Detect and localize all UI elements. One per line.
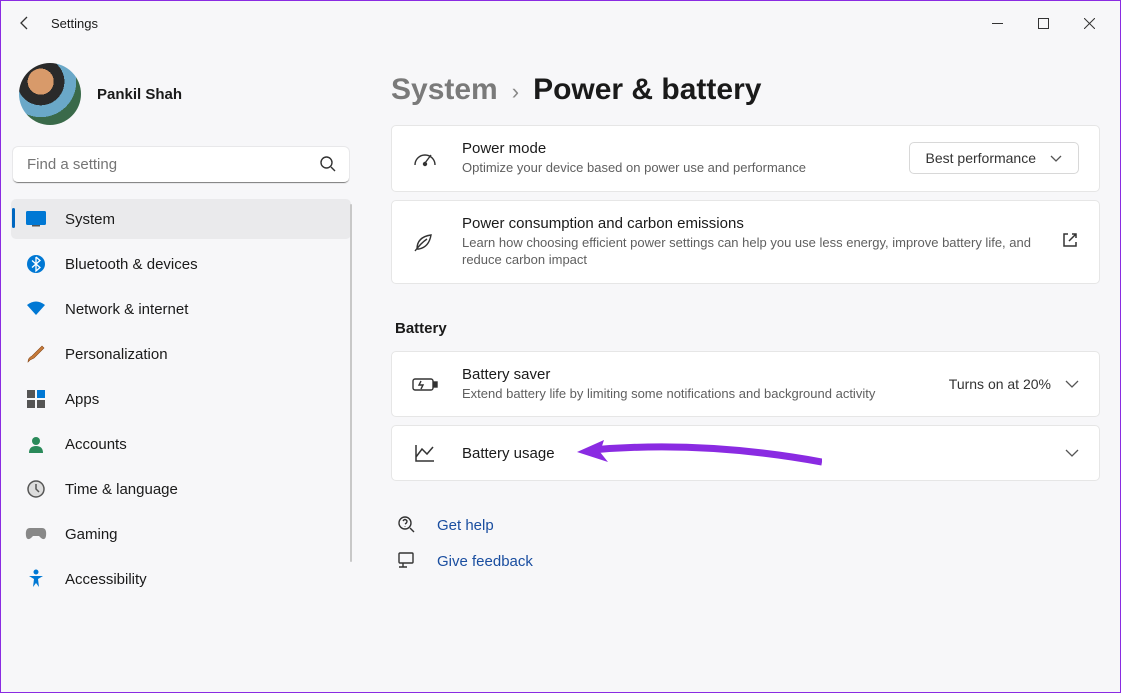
sidebar-item-gaming[interactable]: Gaming — [11, 514, 351, 554]
leaf-icon — [412, 229, 438, 255]
breadcrumb: System › Power & battery — [391, 73, 1100, 107]
battery-saver-card[interactable]: Battery saver Extend battery life by lim… — [391, 351, 1100, 418]
arrow-left-icon — [17, 15, 33, 31]
feedback-icon — [397, 551, 417, 571]
breadcrumb-root[interactable]: System — [391, 73, 498, 107]
gauge-icon — [412, 145, 438, 171]
sidebar-item-time-language[interactable]: Time & language — [11, 469, 351, 509]
apps-icon — [25, 388, 47, 410]
nav-list: System Bluetooth & devices Network & int… — [9, 199, 353, 599]
bluetooth-icon — [25, 253, 47, 275]
chevron-down-icon[interactable] — [1065, 376, 1079, 392]
battery-section-header: Battery — [395, 320, 1100, 337]
sidebar-item-accessibility[interactable]: Accessibility — [11, 559, 351, 599]
chevron-down-icon[interactable] — [1065, 445, 1079, 461]
battery-saver-status: Turns on at 20% — [949, 376, 1051, 392]
title-bar: Settings — [1, 1, 1120, 45]
sidebar: Pankil Shah System Bluetooth & devices N… — [1, 45, 361, 692]
carbon-emissions-card[interactable]: Power consumption and carbon emissions L… — [391, 200, 1100, 284]
card-title: Power consumption and carbon emissions — [462, 215, 1037, 232]
sidebar-item-label: Accounts — [65, 436, 127, 453]
power-mode-card[interactable]: Power mode Optimize your device based on… — [391, 125, 1100, 192]
dropdown-value: Best performance — [926, 150, 1037, 166]
sidebar-item-label: Network & internet — [65, 301, 188, 318]
sidebar-item-apps[interactable]: Apps — [11, 379, 351, 419]
external-link-icon[interactable] — [1061, 231, 1079, 252]
main-content: System › Power & battery Power mode Opti… — [361, 45, 1120, 692]
profile-block[interactable]: Pankil Shah — [9, 45, 353, 147]
chevron-down-icon — [1050, 150, 1062, 166]
card-subtitle: Optimize your device based on power use … — [462, 159, 885, 177]
back-button[interactable] — [9, 7, 41, 39]
sidebar-item-label: System — [65, 211, 115, 228]
sidebar-item-network[interactable]: Network & internet — [11, 289, 351, 329]
card-title: Power mode — [462, 140, 885, 157]
profile-name: Pankil Shah — [97, 86, 182, 103]
chevron-right-icon: › — [512, 79, 519, 105]
window-title: Settings — [51, 16, 98, 31]
chart-icon — [412, 440, 438, 466]
accessibility-icon — [25, 568, 47, 590]
help-links: Get help Give feedback — [391, 507, 1100, 579]
clock-icon — [25, 478, 47, 500]
card-subtitle: Extend battery life by limiting some not… — [462, 385, 925, 403]
sidebar-item-label: Personalization — [65, 346, 168, 363]
sidebar-item-label: Gaming — [65, 526, 118, 543]
sidebar-item-personalization[interactable]: Personalization — [11, 334, 351, 374]
sidebar-item-label: Apps — [65, 391, 99, 408]
help-link-text: Get help — [437, 517, 494, 534]
card-title: Battery usage — [462, 445, 1041, 462]
sidebar-item-bluetooth[interactable]: Bluetooth & devices — [11, 244, 351, 284]
battery-usage-card[interactable]: Battery usage — [391, 425, 1100, 481]
brush-icon — [25, 343, 47, 365]
sidebar-item-system[interactable]: System — [11, 199, 351, 239]
give-feedback-link[interactable]: Give feedback — [391, 543, 1100, 579]
person-icon — [25, 433, 47, 455]
maximize-button[interactable] — [1020, 7, 1066, 39]
search-box[interactable] — [13, 147, 349, 183]
window-controls — [974, 7, 1112, 39]
wifi-icon — [25, 298, 47, 320]
gamepad-icon — [25, 523, 47, 545]
page-title: Power & battery — [533, 73, 761, 107]
get-help-link[interactable]: Get help — [391, 507, 1100, 543]
system-icon — [25, 208, 47, 230]
maximize-icon — [1038, 18, 1049, 29]
minimize-icon — [992, 18, 1003, 29]
close-button[interactable] — [1066, 7, 1112, 39]
avatar — [19, 63, 81, 125]
card-title: Battery saver — [462, 366, 925, 383]
power-mode-dropdown[interactable]: Best performance — [909, 142, 1080, 174]
search-icon — [319, 155, 337, 178]
card-subtitle: Learn how choosing efficient power setti… — [462, 234, 1037, 269]
feedback-link-text: Give feedback — [437, 553, 533, 570]
battery-saver-icon — [412, 371, 438, 397]
minimize-button[interactable] — [974, 7, 1020, 39]
sidebar-item-accounts[interactable]: Accounts — [11, 424, 351, 464]
search-input[interactable] — [13, 147, 349, 183]
help-icon — [397, 515, 417, 535]
sidebar-item-label: Time & language — [65, 481, 178, 498]
sidebar-item-label: Accessibility — [65, 571, 147, 588]
close-icon — [1084, 18, 1095, 29]
sidebar-item-label: Bluetooth & devices — [65, 256, 198, 273]
